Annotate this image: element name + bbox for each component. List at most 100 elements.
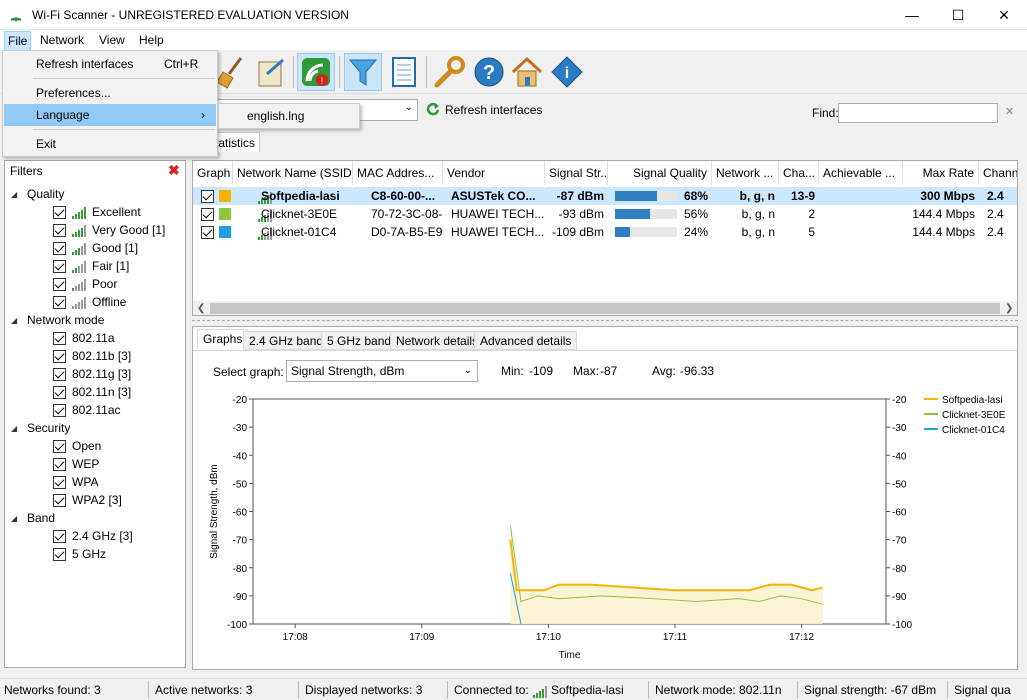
table-row[interactable]: Clicknet-01C4 D0-7A-B5-E9... HUAWEI TECH..… xyxy=(193,223,1017,241)
checkbox-checked[interactable] xyxy=(53,296,66,310)
filter-item[interactable]: Offline xyxy=(53,293,126,311)
checkbox-checked[interactable] xyxy=(201,190,214,204)
table-row[interactable]: Clicknet-3E0E 70-72-3C-08-... HUAWEI TECH.… xyxy=(193,205,1017,223)
menu-item-exit[interactable]: Exit xyxy=(4,133,216,155)
checkbox-checked[interactable] xyxy=(53,440,66,454)
menu-help[interactable]: Help xyxy=(139,33,164,47)
filter-item[interactable]: 2.4 GHz [3] xyxy=(53,527,133,545)
menu-item-preferences[interactable]: Preferences... xyxy=(4,82,216,104)
cell-achievable xyxy=(819,205,903,223)
checkbox-checked[interactable] xyxy=(53,404,66,418)
filter-item[interactable]: 802.11n [3] xyxy=(53,383,131,401)
clear-button[interactable] xyxy=(214,53,252,91)
maximize-button[interactable]: ☐ xyxy=(935,0,981,30)
menu-file[interactable]: File xyxy=(4,31,32,51)
collapse-arrow-icon[interactable]: ◢ xyxy=(11,510,21,528)
filter-item[interactable]: 802.11b [3] xyxy=(53,347,131,365)
collapse-arrow-icon[interactable]: ◢ xyxy=(11,312,21,330)
filter-item[interactable]: WPA2 [3] xyxy=(53,491,122,509)
filter-button[interactable] xyxy=(344,53,382,91)
checkbox-checked[interactable] xyxy=(201,226,214,240)
menu-item-refresh-interfaces[interactable]: Refresh interfaces Ctrl+R xyxy=(4,53,216,75)
export-button[interactable] xyxy=(252,53,290,91)
tab-network-details[interactable]: Network details xyxy=(390,331,485,350)
filter-item[interactable]: Good [1] xyxy=(53,239,138,257)
checkbox-checked[interactable] xyxy=(53,278,66,292)
menu-network[interactable]: Network xyxy=(40,33,84,47)
filter-item[interactable]: 802.11g [3] xyxy=(53,365,131,383)
filter-group-0[interactable]: ◢ Quality xyxy=(11,185,64,203)
column-header[interactable]: Network Name (SSID) xyxy=(233,161,353,185)
checkbox-checked[interactable] xyxy=(53,386,66,400)
filter-item[interactable]: Very Good [1] xyxy=(53,221,165,239)
column-header[interactable]: Signal Str... xyxy=(545,161,608,185)
scan-toggle-button[interactable]: ! xyxy=(297,53,335,91)
splitter[interactable] xyxy=(192,320,1018,321)
filter-item[interactable]: WPA xyxy=(53,473,98,491)
filter-item[interactable]: Excellent xyxy=(53,203,141,221)
filter-group-3[interactable]: ◢ Band xyxy=(11,509,55,527)
about-button[interactable]: i xyxy=(548,53,586,91)
menu-view[interactable]: View xyxy=(99,33,125,47)
minimize-button[interactable]: — xyxy=(889,0,935,30)
scroll-right-icon[interactable]: ❯ xyxy=(1005,303,1013,314)
scroll-thumb[interactable] xyxy=(210,303,1000,314)
find-input[interactable] xyxy=(838,103,998,123)
clear-filters-icon[interactable]: ✖ xyxy=(168,162,180,179)
y-tick-label-right: -100 xyxy=(892,620,912,631)
column-header[interactable]: Cha... xyxy=(779,161,819,185)
checkbox-checked[interactable] xyxy=(53,368,66,382)
column-header[interactable]: Graph xyxy=(193,161,233,185)
checkbox-checked[interactable] xyxy=(201,208,214,222)
home-button[interactable] xyxy=(508,53,546,91)
menu-item-english-lng[interactable]: english.lng xyxy=(247,109,304,123)
refresh-icon[interactable] xyxy=(426,102,440,116)
filter-item[interactable]: 802.11a xyxy=(53,329,115,347)
checkbox-checked[interactable] xyxy=(53,242,66,256)
y-axis-label: Signal Strength, dBm xyxy=(209,464,220,559)
checkbox-checked[interactable] xyxy=(53,476,66,490)
help-button[interactable]: ? xyxy=(470,53,508,91)
checkbox-checked[interactable] xyxy=(53,530,66,544)
filter-item[interactable]: Open xyxy=(53,437,101,455)
refresh-interfaces-link[interactable]: Refresh interfaces xyxy=(445,103,542,117)
tab-5-ghz-band[interactable]: 5 GHz band xyxy=(321,331,398,350)
filter-item[interactable]: Fair [1] xyxy=(53,257,129,275)
column-header[interactable]: Achievable ... xyxy=(819,161,903,185)
log-button[interactable] xyxy=(384,53,422,91)
tab-2-4-ghz-band[interactable]: 2.4 GHz band xyxy=(243,331,330,350)
column-header[interactable]: Vendor xyxy=(443,161,545,185)
filter-item[interactable]: WEP xyxy=(53,455,99,473)
checkbox-checked[interactable] xyxy=(53,224,66,238)
graph-type-select[interactable]: Signal Strength, dBm ⌄ xyxy=(286,360,478,382)
column-header[interactable]: MAC Addres... xyxy=(353,161,443,185)
column-header[interactable]: Network ... xyxy=(712,161,779,185)
collapse-arrow-icon[interactable]: ◢ xyxy=(11,186,21,204)
signal-bars-icon xyxy=(72,242,88,255)
filter-group-1[interactable]: ◢ Network mode xyxy=(11,311,104,329)
checkbox-checked[interactable] xyxy=(53,206,66,220)
filter-item[interactable]: Poor xyxy=(53,275,117,293)
column-header[interactable]: Chann xyxy=(979,161,1017,185)
checkbox-checked[interactable] xyxy=(53,350,66,364)
checkbox-checked[interactable] xyxy=(53,260,66,274)
settings-button[interactable] xyxy=(430,53,468,91)
table-row[interactable]: Softpedia-lasi C8-60-00-... ASUSTek CO... -… xyxy=(193,187,1017,205)
checkbox-checked[interactable] xyxy=(53,332,66,346)
filter-item[interactable]: 802.11ac xyxy=(53,401,121,419)
column-header[interactable]: Max Rate xyxy=(903,161,979,185)
find-clear-icon[interactable]: ✕ xyxy=(1005,105,1014,118)
filter-item[interactable]: 5 GHz xyxy=(53,545,106,563)
tab-advanced-details[interactable]: Advanced details xyxy=(474,331,578,350)
checkbox-checked[interactable] xyxy=(53,458,66,472)
horizontal-scrollbar[interactable]: ❮ ❯ xyxy=(193,301,1017,315)
tab-graphs[interactable]: Graphs xyxy=(197,329,249,350)
column-header[interactable]: Signal Quality xyxy=(608,161,712,185)
scroll-left-icon[interactable]: ❮ xyxy=(197,303,205,314)
checkbox-checked[interactable] xyxy=(53,548,66,562)
checkbox-checked[interactable] xyxy=(53,494,66,508)
menu-item-language[interactable]: Language › xyxy=(4,104,216,126)
collapse-arrow-icon[interactable]: ◢ xyxy=(11,420,21,438)
filter-group-2[interactable]: ◢ Security xyxy=(11,419,70,437)
close-button[interactable]: ✕ xyxy=(981,0,1027,30)
